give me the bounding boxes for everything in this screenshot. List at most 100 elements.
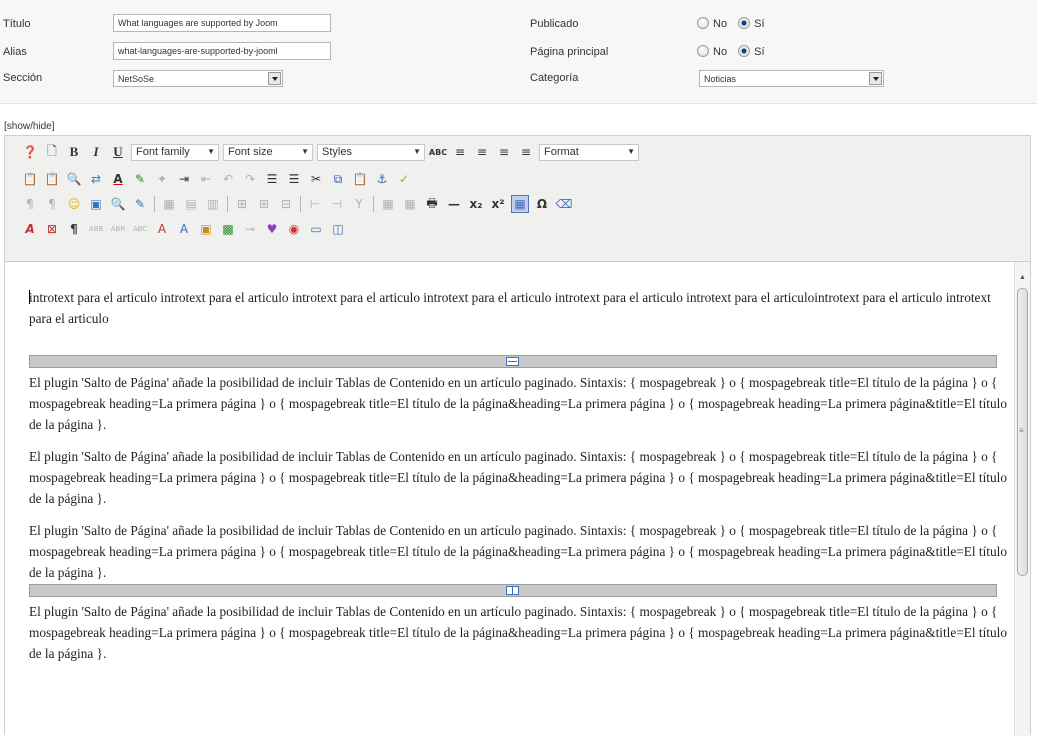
new-document-icon[interactable]: 🗋 [43,143,61,161]
published-no-label: No [713,18,728,30]
font-family-select[interactable]: Font family ▼ [131,143,219,161]
bold-icon[interactable]: B [65,143,83,161]
toolbar-separator [373,196,374,212]
paste-word-icon[interactable]: 📋 [43,170,61,188]
font-family-label: Font family [136,145,190,158]
frontpage-yes-radio[interactable] [738,45,751,57]
insert-row-before-icon[interactable]: ⊞ [233,195,251,213]
underline-icon[interactable]: U [109,143,127,161]
dropdown-arrow-icon: ▼ [301,146,309,156]
redo-icon[interactable]: ↷ [241,170,259,188]
cell-props-icon[interactable]: ▥ [204,195,222,213]
search-icon[interactable]: 🔍 [65,170,83,188]
align-center-icon[interactable]: ≡ [473,143,491,161]
undo-icon[interactable]: ↶ [219,170,237,188]
cut-icon[interactable]: ✂ [307,170,325,188]
paste-icon[interactable]: 📋 [351,170,369,188]
pagebreak-icon[interactable]: ▭ [307,220,325,238]
horizontal-rule-icon[interactable]: — [445,195,463,213]
align-left-icon[interactable]: ≡ [451,143,469,161]
visual-aid-icon[interactable]: Y [350,195,368,213]
layer-icon[interactable]: ▩ [219,220,237,238]
category-select[interactable]: Noticias [699,70,884,87]
published-yes-radio[interactable] [738,17,751,29]
vertical-scrollbar[interactable]: ▲ ≡ [1014,262,1030,736]
styles-label: Styles [322,145,352,158]
image-icon[interactable]: ▣ [87,195,105,213]
copy-icon[interactable]: ⧉ [329,170,347,188]
article-details-form: Título What languages are supported by J… [0,0,1037,104]
section-select[interactable]: NetSoSe [113,70,283,87]
template-icon[interactable]: ▣ [197,220,215,238]
spellcheck-icon[interactable]: ABC [429,143,447,161]
preview-icon[interactable]: 🔍 [109,195,127,213]
font-color-icon[interactable]: A [109,170,127,188]
toolbar-row-4: A ⊠ ¶ ABB ABR ABC A A ▣ ▩ ⊸ ♥ ◉ ▭ ◫ [21,218,351,240]
align-justify-icon[interactable]: ≡ [517,143,535,161]
published-label: Publicado [530,18,579,30]
pilcrow-icon[interactable]: ¶ [65,220,83,238]
special-char-icon[interactable]: Ω [533,195,551,213]
frontpage-yes-label: Sí [754,46,765,58]
abbr-icon[interactable]: ⊠ [43,220,61,238]
nonbreaking-icon[interactable]: ⊸ [241,220,259,238]
outdent-icon[interactable]: ⇤ [197,170,215,188]
cleanup-icon[interactable]: ✓ [395,170,413,188]
attributes-icon[interactable]: A [175,220,193,238]
cite-icon[interactable]: ABB [87,220,105,238]
editor-content-area[interactable]: introtext para el articulo introtext par… [5,262,1014,736]
ins-icon[interactable]: A [153,220,171,238]
frontpage-no-radio[interactable] [697,45,709,57]
chevron-down-icon [869,72,882,85]
help-icon[interactable]: ❓ [21,143,39,161]
print-icon[interactable]: ▦ [401,195,419,213]
highlight-icon[interactable]: ✎ [131,170,149,188]
title-row: Título What languages are supported by J… [0,13,1037,36]
remove-format-icon[interactable]: ⌫ [555,195,573,213]
emoticon-icon[interactable]: ☺ [65,195,83,213]
print-icon[interactable]: 🖶 [423,195,441,213]
numbered-list-icon[interactable]: ☰ [285,170,303,188]
row-props-icon[interactable]: ▤ [182,195,200,213]
fullscreen-icon[interactable]: ▦ [511,195,529,213]
alias-input[interactable]: what-languages-are-supported-by-jooml [113,42,331,60]
styles-select[interactable]: Styles ▼ [317,143,425,161]
table-icon[interactable]: ▦ [160,195,178,213]
paste-text-icon[interactable]: 📋 [21,170,39,188]
body-paragraph: El plugin 'Salto de Página' añade la pos… [29,604,1007,661]
clean-icon[interactable]: ✦ [153,170,171,188]
published-no-radio[interactable] [697,17,709,29]
pagebreak-columns-icon[interactable]: ◫ [329,220,347,238]
superscript-icon[interactable]: x² [489,195,507,213]
frontpage-label: Página principal [530,46,609,58]
pagebreak-bar[interactable] [29,355,997,368]
insert-row-after-icon[interactable]: ⊞ [255,195,273,213]
format-select[interactable]: Format ▼ [539,143,639,161]
insert-edit-icon[interactable]: ✎ [131,195,149,213]
split-cells-icon[interactable]: ⊢ [306,195,324,213]
del-icon[interactable]: ABC [131,220,149,238]
intro-text: introtext para el articulo introtext par… [29,290,991,326]
ltr-icon[interactable]: ¶ [21,195,39,213]
readmore-icon[interactable]: ♥ [263,220,281,238]
indent-icon[interactable]: ⇥ [175,170,193,188]
merge-cells-icon[interactable]: ⊣ [328,195,346,213]
italic-icon[interactable]: I [87,143,105,161]
rtl-icon[interactable]: ¶ [43,195,61,213]
readmore-bar[interactable] [29,584,997,597]
alias-row: Alias what-languages-are-supported-by-jo… [0,41,1037,64]
anchor-icon[interactable]: ⚓ [373,170,391,188]
font-size-select[interactable]: Font size ▼ [223,143,313,161]
delete-row-icon[interactable]: ⊟ [277,195,295,213]
align-right-icon[interactable]: ≡ [495,143,513,161]
readmore-dot-icon[interactable]: ◉ [285,220,303,238]
media-icon[interactable]: ▦ [379,195,397,213]
subscript-icon[interactable]: x₂ [467,195,485,213]
show-hide-toggle[interactable]: [show/hide] [4,121,55,132]
replace-icon[interactable]: ⇄ [87,170,105,188]
style-icon[interactable]: A [21,220,39,238]
title-input[interactable]: What languages are supported by Joom [113,14,331,32]
bullet-list-icon[interactable]: ☰ [263,170,281,188]
scroll-up-icon[interactable]: ▲ [1019,274,1026,281]
acronym-icon[interactable]: ABR [109,220,127,238]
